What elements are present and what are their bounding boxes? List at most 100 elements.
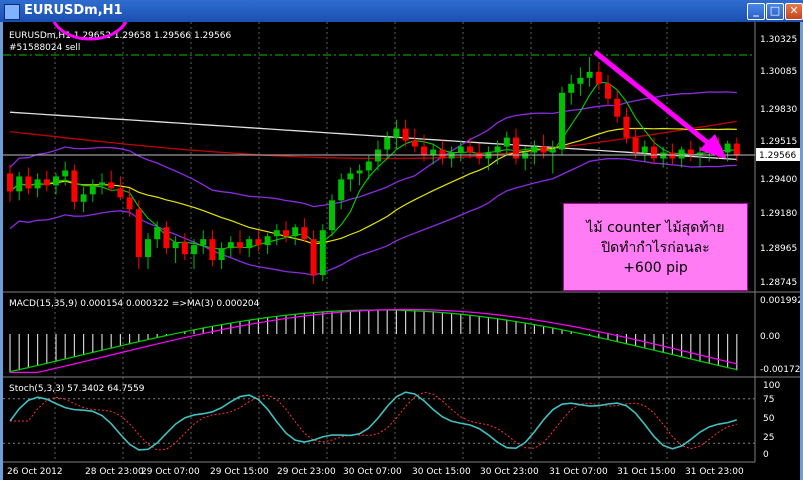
candle-body: [89, 185, 96, 195]
annotation-line-3: +600 pip: [623, 260, 688, 276]
candle-body: [301, 227, 308, 240]
time-tick-5: 30 Oct 07:00: [343, 467, 402, 477]
stoch-axis-50: 50: [763, 414, 775, 424]
price-tick-2: 1.29830: [760, 105, 797, 115]
candle-body: [53, 176, 59, 186]
price-tick-7: 1.28745: [760, 278, 797, 288]
symbol-info: EURUSDm,H1 1.29652 1.29658 1.29566 1.295…: [9, 31, 231, 41]
stoch-axis-0: 0: [763, 450, 769, 460]
candle-body: [218, 248, 225, 261]
minimize-button[interactable]: _: [747, 3, 765, 20]
candle-body: [16, 176, 23, 192]
stoch-info: Stoch(5,3,3) 57.3402 64.7559: [9, 384, 145, 394]
macd-main-line: [9, 309, 737, 373]
candle-body: [669, 152, 676, 159]
price-tick-1: 1.30085: [760, 67, 797, 77]
candle-body: [476, 152, 483, 159]
price-tick-3: 1.29515: [760, 137, 797, 147]
current-price-label: 1.29566: [759, 151, 796, 161]
candle-body: [522, 152, 529, 159]
price-tick-4: 1.29400: [760, 175, 797, 185]
candle-body: [145, 239, 151, 258]
candle-body: [80, 194, 87, 202]
candle-body: [393, 128, 400, 138]
candle-body: [126, 197, 133, 210]
candle-body: [191, 245, 197, 255]
candle-body: [62, 170, 69, 177]
macd-axis-zero: 0.00: [760, 332, 780, 342]
candle-body: [411, 140, 418, 147]
candle-body: [503, 137, 510, 147]
candle-body: [421, 146, 427, 156]
close-button[interactable]: ✕: [785, 3, 803, 20]
stoch-axis-100: 100: [763, 381, 780, 391]
candle-body: [448, 152, 455, 159]
candle-body: [549, 149, 556, 153]
stochastic-lines: [3, 391, 755, 451]
candle-body: [108, 182, 115, 189]
candle-body: [614, 98, 621, 117]
candle-body: [632, 137, 639, 153]
candle-body: [117, 188, 124, 198]
candle-body: [347, 173, 354, 180]
stoch-axis-75: 75: [763, 395, 774, 405]
candle-body: [246, 239, 253, 249]
macd-histogram: [9, 308, 738, 374]
candle-body: [264, 236, 271, 246]
candle-body: [586, 71, 593, 78]
candle-body: [227, 242, 234, 249]
candle-body: [172, 242, 179, 249]
price-tick-6: 1.28965: [760, 244, 797, 254]
candle-body: [531, 146, 538, 153]
candle-body: [678, 149, 685, 159]
candle-body: [43, 179, 50, 186]
price-tick-0: 1.30325: [760, 35, 797, 45]
candle-body: [181, 242, 188, 255]
candle-body: [154, 227, 161, 240]
time-axis: 26 Oct 2012 28 Oct 23:0029 Oct 07:00 29 Oc…: [7, 467, 744, 477]
candle-body: [99, 182, 105, 186]
macd-axis-top: 0.001992: [760, 296, 800, 306]
time-tick-6: 30 Oct 15:00: [412, 467, 471, 477]
stoch-axis-25: 25: [763, 433, 774, 443]
maximize-button[interactable]: □: [766, 3, 784, 20]
candle-body: [273, 230, 280, 237]
window-title: EURUSDm,H1: [24, 3, 123, 18]
candle-body: [237, 242, 243, 249]
time-tick-1: 28 Oct 23:00: [85, 467, 144, 477]
candle-body: [402, 128, 409, 141]
candle-body: [7, 173, 13, 192]
candle-body: [200, 239, 207, 246]
candle-body: [467, 146, 473, 153]
candle-body: [25, 176, 32, 189]
chart-app-icon: [4, 4, 20, 20]
macd-signal-line: [10, 308, 737, 374]
stoch-main-line: [9, 391, 738, 451]
candle-body: [71, 170, 78, 202]
candle-body: [310, 239, 317, 276]
candle-body: [733, 143, 740, 156]
candle-body: [623, 116, 630, 138]
candle-body: [457, 146, 464, 153]
candle-body: [292, 227, 299, 237]
order-info: #51588024 sell: [9, 43, 80, 53]
time-tick-9: 31 Oct 15:00: [617, 467, 676, 477]
price-axis: 1.30325 1.30085 1.29830 1.29515 1.29400 1.291…: [760, 35, 797, 288]
time-tick-2: 29 Oct 07:00: [141, 467, 200, 477]
macd-axis-bottom: -0.00172: [760, 365, 800, 375]
candle-body: [283, 230, 289, 237]
trend-arrow-shaft: [593, 50, 715, 149]
candle-body: [375, 149, 381, 162]
candle-body: [494, 146, 501, 153]
candle-body: [595, 71, 602, 84]
annotation-line-1: ไม้ counter ไม้สุดท้าย: [586, 220, 725, 236]
candle-body: [365, 161, 372, 171]
candle-body: [255, 239, 262, 246]
candle-body: [135, 209, 142, 258]
chart-canvas[interactable]: 1.29566 1.30325 1.30085 1.29830 1.29515 1.29…: [3, 22, 800, 480]
candle-body: [485, 152, 492, 159]
candle-body: [338, 179, 345, 201]
window-titlebar[interactable]: EURUSDm,H1 _ □ ✕: [0, 0, 803, 22]
candle-body: [384, 137, 391, 150]
candle-body: [568, 83, 575, 93]
